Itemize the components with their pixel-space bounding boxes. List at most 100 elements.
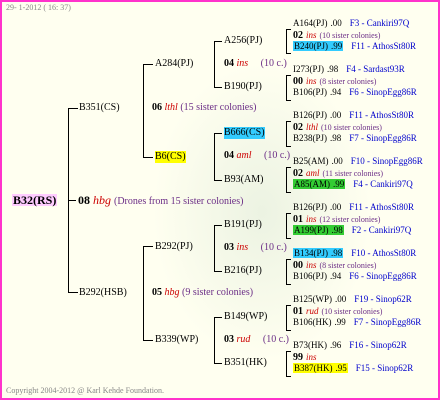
leaf-queen-name: B106(PJ)	[293, 271, 328, 281]
leaf-code: ins	[306, 29, 317, 40]
root-queen[interactable]: B32(RS)	[12, 193, 58, 207]
leaf-num: 02	[293, 167, 303, 179]
leaf-queen-row: B106(PJ) .94 F6 - SinopEgg86R	[293, 87, 417, 98]
leaf-code: lthl	[306, 121, 319, 132]
connector	[214, 87, 222, 88]
connector	[286, 376, 291, 377]
leaf-queen-value: .00	[330, 18, 342, 28]
leaf-code: rud	[306, 305, 319, 316]
connector	[286, 259, 291, 260]
connector	[286, 29, 291, 30]
gen3-queen[interactable]: B190(PJ)	[224, 81, 262, 93]
connector	[286, 213, 287, 238]
leaf-ref: F7 - SinopEgg86R	[349, 133, 417, 143]
gen1-mating: 05 hbg (9 sister colonies)	[152, 287, 253, 299]
leaf-queen[interactable]: B106(PJ) .94	[293, 87, 341, 97]
gen3-queen[interactable]: B216(PJ)	[224, 265, 262, 277]
gen3-queen[interactable]: B666(CS)	[224, 127, 265, 139]
leaf-note: (8 sister colonies)	[319, 260, 377, 270]
leaf-queen-value: .99	[333, 179, 345, 189]
gen1-queen[interactable]: B292(HSB)	[79, 287, 127, 299]
connector	[143, 64, 144, 157]
leaf-queen[interactable]: B106(HK) .99	[293, 317, 346, 327]
leaf-queen[interactable]: B73(HK) .96	[293, 340, 341, 350]
leaf-queen-value: .00	[335, 294, 347, 304]
leaf-ref: F7 - SinopEgg86R	[353, 317, 422, 327]
leaf-queen-value: .98	[327, 64, 339, 74]
leaf-queen[interactable]: B134(PJ) .98	[293, 248, 344, 258]
leaf-queen[interactable]: B25(AM) .00	[293, 156, 343, 166]
gen3-queen[interactable]: A256(PJ)	[224, 35, 262, 47]
leaf-queen-row: B106(HK) .99 F7 - SinopEgg86R	[293, 317, 421, 328]
connector	[286, 330, 291, 331]
leaf-queen-name: B106(HK)	[293, 317, 332, 327]
leaf-num: 99	[293, 351, 303, 363]
leaf-queen[interactable]: B240(PJ) .99	[293, 41, 344, 51]
leaf-queen[interactable]: A164(PJ) .00	[293, 18, 342, 28]
gen3-queen[interactable]: B93(AM)	[224, 174, 263, 186]
leaf-num: 00	[293, 259, 303, 271]
leaf-queen-value: .98	[331, 248, 343, 258]
leaf-queen-name: B240(PJ)	[294, 41, 329, 51]
leaf-queen-value: .95	[335, 363, 347, 373]
copyright-text: Copyright 2004-2012 @ Karl Kehde Foundat…	[6, 386, 165, 395]
connector	[286, 351, 287, 376]
connector	[214, 41, 222, 42]
leaf-queen-name: B25(AM)	[293, 156, 329, 166]
gen3-note: (10 c.)	[260, 58, 287, 69]
leaf-queen-row: B25(AM) .00 F10 - SinopEgg86R	[293, 156, 423, 167]
gen1-queen[interactable]: B351(CS)	[79, 102, 120, 114]
leaf-queen-name: B126(PJ)	[293, 110, 328, 120]
gen1-note: (9 sister colonies)	[182, 287, 254, 298]
leaf-queen[interactable]: A85(AM) .99	[293, 179, 346, 189]
leaf-queen[interactable]: B126(PJ) .00	[293, 202, 341, 212]
gen3-queen[interactable]: B149(WP)	[224, 311, 267, 323]
pedigree-chart: 29- 1-2012 ( 16: 37) Copyright 2004-2012…	[0, 0, 440, 400]
leaf-queen[interactable]: B125(WP) .00	[293, 294, 346, 304]
connector	[214, 317, 222, 318]
connector	[286, 167, 291, 168]
root-mating: 08 hbg (Drones from 15 sister colonies)	[78, 194, 243, 208]
leaf-queen-row: B73(HK) .96 F16 - Sinop62R	[293, 340, 407, 351]
gen2-queen[interactable]: A284(PJ)	[155, 58, 193, 70]
gen3-note: (10 c.)	[260, 242, 287, 253]
gen2-queen[interactable]: B292(PJ)	[155, 241, 193, 253]
leaf-queen-value: .94	[330, 87, 342, 97]
leaf-queen[interactable]: I273(PJ) .98	[293, 64, 338, 74]
root-queen-label: B32(RS)	[13, 193, 57, 207]
gen1-code: lthl	[164, 102, 178, 113]
connector	[68, 200, 76, 201]
connector	[143, 340, 153, 341]
leaf-queen[interactable]: B238(PJ) .98	[293, 133, 341, 143]
leaf-queen-row: B126(PJ) .00 F11 - AthosSt80R	[293, 202, 414, 213]
connector	[214, 225, 222, 226]
leaf-queen-row: A164(PJ) .00 F3 - Cankiri97Q	[293, 18, 409, 29]
leaf-num: 01	[293, 213, 303, 225]
leaf-queen[interactable]: B387(HK) .95	[293, 363, 348, 373]
gen1-note: (15 sister colonies)	[180, 102, 257, 113]
leaf-queen-name: A85(AM)	[294, 179, 330, 189]
leaf-queen-value: .00	[330, 110, 342, 120]
connector	[286, 305, 287, 330]
gen3-num: 04	[224, 58, 234, 69]
gen3-code: rud	[236, 334, 251, 345]
leaf-note: (11 sister colonies)	[322, 168, 384, 178]
leaf-queen-name: A199(PJ)	[294, 225, 329, 235]
gen3-queen[interactable]: B351(HK)	[224, 357, 267, 369]
leaf-queen-row: B240(PJ) .99 F11 - AthosSt80R	[293, 41, 416, 52]
connector	[143, 246, 144, 340]
leaf-queen[interactable]: B106(PJ) .94	[293, 271, 341, 281]
leaf-queen-value: .98	[331, 225, 343, 235]
gen1-num: 06	[152, 102, 162, 113]
leaf-queen[interactable]: B126(PJ) .00	[293, 110, 341, 120]
leaf-queen[interactable]: A199(PJ) .98	[293, 225, 344, 235]
gen2-queen[interactable]: B6(CS)	[155, 151, 186, 163]
gen3-queen[interactable]: B191(PJ)	[224, 219, 262, 231]
gen2-queen[interactable]: B339(WP)	[155, 334, 198, 346]
connector	[286, 29, 287, 53]
connector	[214, 317, 215, 363]
leaf-queen-row: I273(PJ) .98 F4 - Sardast93R	[293, 64, 405, 75]
gen3-code: ins	[236, 242, 249, 253]
gen1-code: hbg	[164, 287, 180, 298]
connector	[286, 75, 291, 76]
